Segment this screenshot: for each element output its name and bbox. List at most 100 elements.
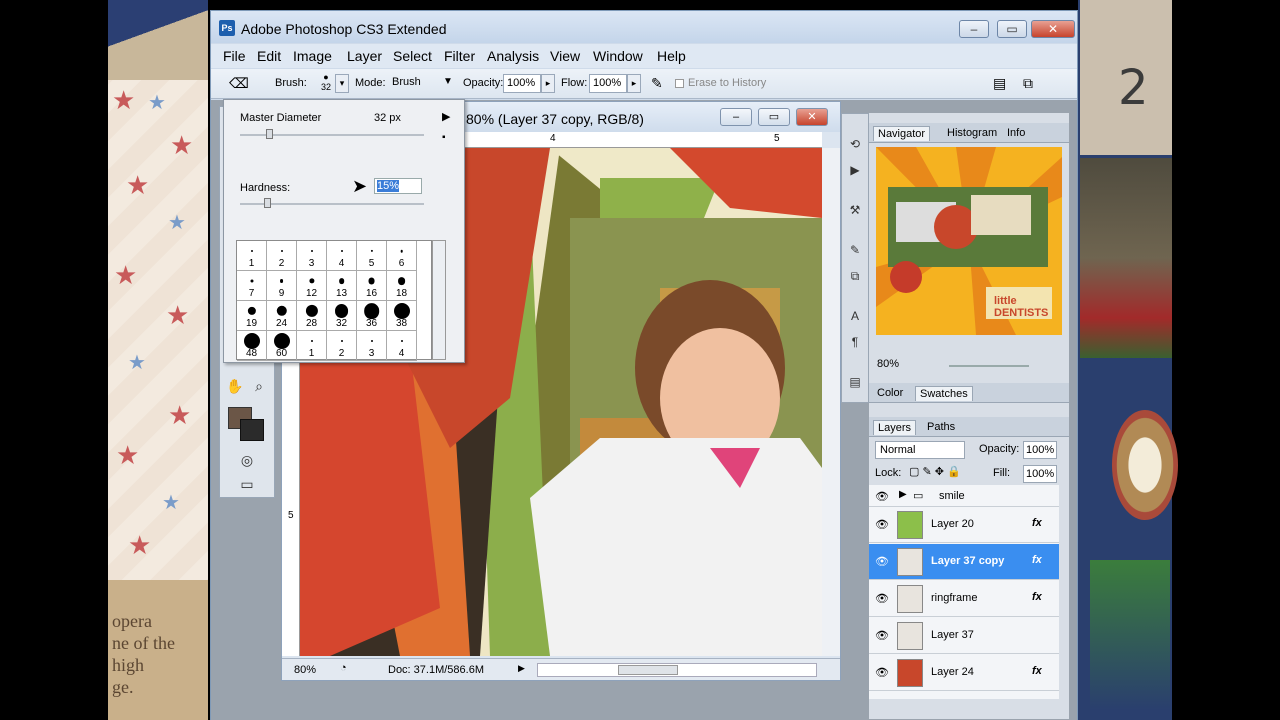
brush-preset[interactable]: 5 <box>357 241 387 271</box>
tab-swatches[interactable]: Swatches <box>915 386 973 401</box>
layer-effects-icon[interactable]: fx <box>1032 517 1042 529</box>
brush-preset[interactable]: 2 <box>327 331 357 361</box>
brush-preset[interactable]: 1 <box>297 331 327 361</box>
brush-preset[interactable]: 28 <box>297 301 327 331</box>
layer-row[interactable]: 👁 Layer 20 fx <box>869 507 1059 543</box>
tab-histogram[interactable]: Histogram <box>943 126 1001 140</box>
maximize-button[interactable]: ▭ <box>997 20 1027 38</box>
menu-select[interactable]: Select <box>393 48 432 64</box>
layer-thumbnail[interactable] <box>897 622 923 650</box>
background-color-swatch[interactable] <box>240 419 264 441</box>
character-icon[interactable]: A <box>845 306 865 326</box>
screen-mode-icon[interactable]: ▭ <box>236 473 258 495</box>
doc-minimize-button[interactable]: – <box>720 108 752 126</box>
layer-group-row[interactable]: 👁 ▶ ▭ smile <box>869 485 1059 507</box>
brush-menu-arrow-icon[interactable]: ▶ <box>442 110 450 123</box>
menu-window[interactable]: Window <box>593 48 643 64</box>
eye-icon[interactable]: 👁 <box>875 518 889 531</box>
tab-info[interactable]: Info <box>1003 126 1029 140</box>
layer-effects-icon[interactable]: fx <box>1032 554 1042 566</box>
minimize-button[interactable]: – <box>959 20 989 38</box>
status-arrow-icon[interactable]: ▶ <box>518 663 525 674</box>
hand-tool-icon[interactable]: ✋ <box>224 375 246 397</box>
history-icon[interactable]: ⟲ <box>845 134 865 154</box>
brush-preset[interactable]: 19 <box>237 301 267 331</box>
mode-chevron-down-icon[interactable]: ▼ <box>443 76 453 87</box>
blend-mode-select[interactable]: Normal <box>875 441 965 459</box>
eraser-tool-icon[interactable]: ⌫ <box>229 75 249 92</box>
brush-preset[interactable]: 1 <box>237 241 267 271</box>
layers-opacity-field[interactable]: 100% <box>1023 441 1057 459</box>
eye-icon[interactable]: 👁 <box>875 666 889 679</box>
airbrush-icon[interactable]: ✎ <box>651 75 663 92</box>
brush-preset[interactable]: 4 <box>327 241 357 271</box>
layer-row[interactable]: 👁 Layer 24 fx <box>869 655 1059 691</box>
brush-preset[interactable]: 2 <box>267 241 297 271</box>
flow-slider-button[interactable]: ▸ <box>627 74 641 93</box>
group-expand-icon[interactable]: ▶ <box>899 489 907 500</box>
brush-preset[interactable]: 24 <box>267 301 297 331</box>
brush-picker-dropdown[interactable]: ▾ <box>335 74 349 93</box>
save-preset-icon[interactable]: ▪ <box>442 132 446 143</box>
hardness-thumb[interactable] <box>264 198 271 208</box>
layer-thumbnail[interactable] <box>897 548 923 576</box>
layer-thumbnail[interactable] <box>897 585 923 613</box>
brush-preset[interactable]: 38 <box>387 301 417 331</box>
title-bar[interactable]: Ps Adobe Photoshop CS3 Extended – ▭ ✕ <box>211 11 1077 43</box>
flow-field[interactable]: 100% <box>589 74 627 93</box>
opacity-slider-button[interactable]: ▸ <box>541 74 555 93</box>
erase-history-checkbox[interactable] <box>675 79 684 88</box>
brush-preset[interactable]: 3 <box>357 331 387 361</box>
brush-preset[interactable]: 48 <box>237 331 267 361</box>
brushes-icon[interactable]: ✎ <box>845 240 865 260</box>
palette-well-icon[interactable]: ▤ <box>993 75 1006 92</box>
layer-effects-icon[interactable]: fx <box>1032 665 1042 677</box>
menu-help[interactable]: Help <box>657 48 686 64</box>
menu-filter[interactable]: Filter <box>444 48 475 64</box>
brush-preset[interactable]: 6 <box>387 241 417 271</box>
quick-mask-icon[interactable]: ◎ <box>236 449 258 471</box>
workspace-icon[interactable]: ⧉ <box>1023 75 1033 92</box>
zoom-tool-icon[interactable]: ⌕ <box>248 375 270 397</box>
tool-presets-icon[interactable]: ⚒ <box>845 200 865 220</box>
eye-icon[interactable]: 👁 <box>875 629 889 642</box>
tab-paths[interactable]: Paths <box>923 420 959 434</box>
status-menu-icon[interactable]: ◔ <box>340 662 347 674</box>
brush-preset[interactable]: 12 <box>297 271 327 301</box>
layer-effects-icon[interactable]: fx <box>1032 591 1042 603</box>
close-button[interactable]: ✕ <box>1031 20 1075 38</box>
layer-thumbnail[interactable] <box>897 511 923 539</box>
doc-horizontal-scrollbar[interactable] <box>537 663 817 677</box>
menu-layer[interactable]: Layer <box>347 48 382 64</box>
scroll-thumb[interactable] <box>618 665 678 675</box>
paragraph-icon[interactable]: ¶ <box>845 332 865 352</box>
tab-layers[interactable]: Layers <box>873 420 917 435</box>
menu-edit[interactable]: Edit <box>257 48 281 64</box>
hardness-input[interactable]: 15% <box>374 178 422 194</box>
navigator-zoom[interactable]: 80% <box>877 358 899 370</box>
actions-icon[interactable]: ▶ <box>845 160 865 180</box>
navigator-thumbnail[interactable]: little DENTISTS <box>876 147 1062 335</box>
layer-row[interactable]: 👁 Layer 37 copy fx <box>869 544 1059 580</box>
menu-view[interactable]: View <box>550 48 580 64</box>
clone-source-icon[interactable]: ⧉ <box>845 266 865 286</box>
navigator-zoom-slider[interactable] <box>949 365 1029 367</box>
brush-preset[interactable]: 36 <box>357 301 387 331</box>
eye-icon[interactable]: 👁 <box>875 490 889 503</box>
brush-preset[interactable]: 60 <box>267 331 297 361</box>
menu-analysis[interactable]: Analysis <box>487 48 539 64</box>
lock-icons[interactable]: ▢ ✎ ✥ 🔒 <box>909 465 961 478</box>
doc-close-button[interactable]: ✕ <box>796 108 828 126</box>
master-diameter-value[interactable]: 32 px <box>374 112 401 124</box>
brush-preset[interactable]: 32 <box>327 301 357 331</box>
menu-image[interactable]: Image <box>293 48 332 64</box>
layer-comps-icon[interactable]: ▤ <box>845 372 865 392</box>
tab-color[interactable]: Color <box>873 386 907 400</box>
eye-icon[interactable]: 👁 <box>875 592 889 605</box>
master-diameter-thumb[interactable] <box>266 129 273 139</box>
brush-preset[interactable]: 7 <box>237 271 267 301</box>
doc-vertical-scrollbar[interactable] <box>822 148 840 656</box>
brush-preset[interactable]: 4 <box>387 331 417 361</box>
fill-field[interactable]: 100% <box>1023 465 1057 483</box>
opacity-field[interactable]: 100% <box>503 74 541 93</box>
